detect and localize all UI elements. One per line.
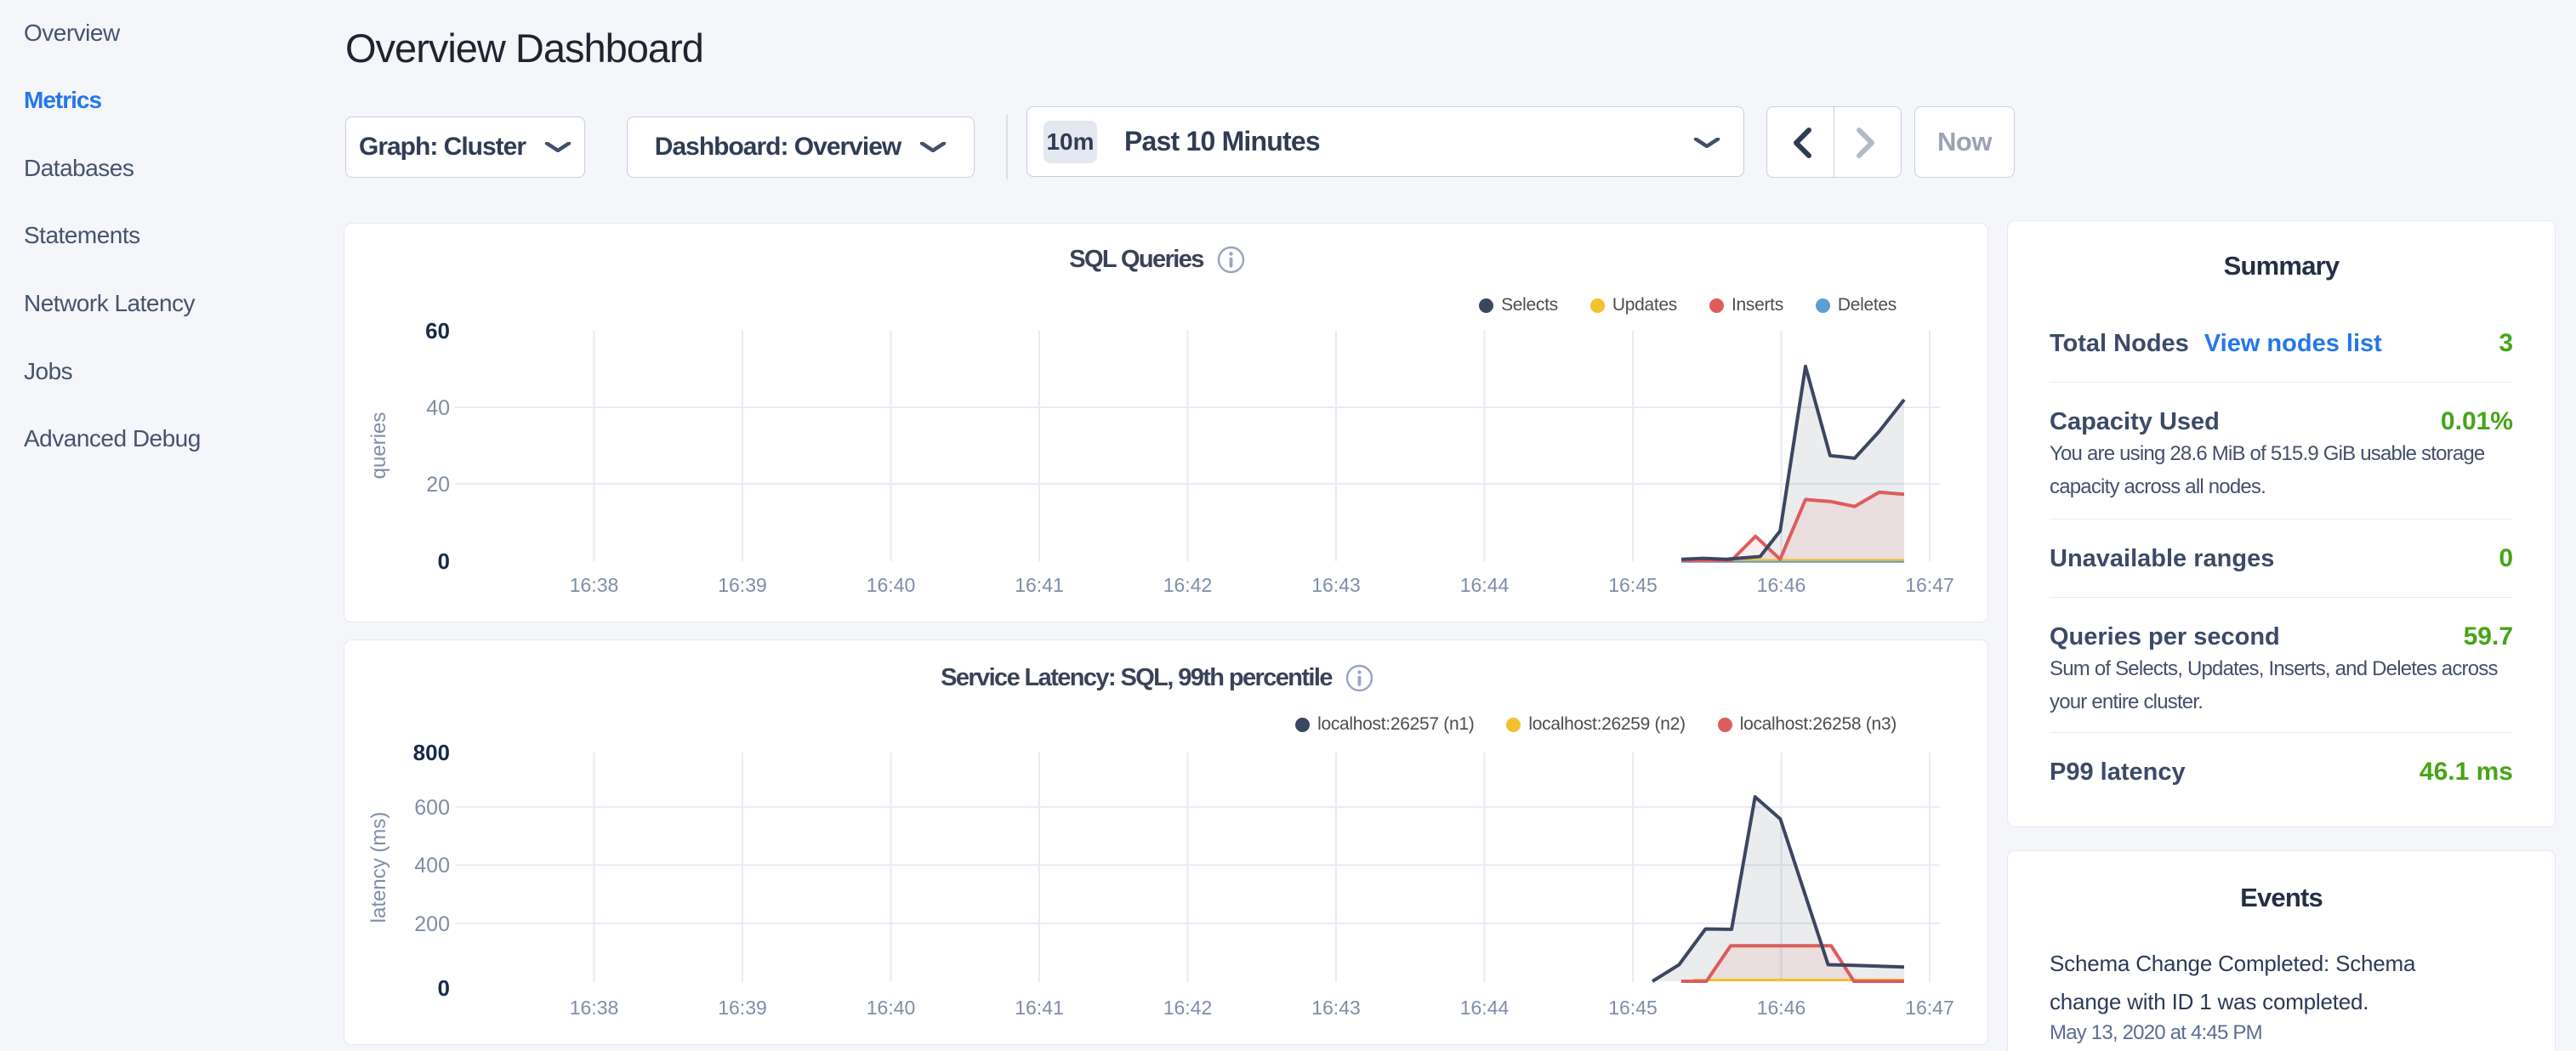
svg-text:16:39: 16:39 <box>718 997 767 1019</box>
svg-text:queries: queries <box>367 412 390 480</box>
svg-text:0: 0 <box>438 975 450 1001</box>
svg-text:16:42: 16:42 <box>1163 574 1213 596</box>
svg-text:16:41: 16:41 <box>1015 574 1064 596</box>
svg-text:16:40: 16:40 <box>867 997 916 1019</box>
svg-text:800: 800 <box>413 740 450 765</box>
svg-text:16:47: 16:47 <box>1905 574 1954 596</box>
svg-text:16:47: 16:47 <box>1905 997 1954 1019</box>
svg-text:16:43: 16:43 <box>1311 997 1361 1019</box>
svg-text:16:38: 16:38 <box>570 997 619 1019</box>
svg-text:16:42: 16:42 <box>1163 997 1213 1019</box>
svg-text:16:41: 16:41 <box>1015 997 1064 1019</box>
svg-text:16:46: 16:46 <box>1757 574 1806 596</box>
svg-text:600: 600 <box>414 796 450 820</box>
svg-text:16:39: 16:39 <box>718 574 767 596</box>
svg-text:400: 400 <box>414 854 450 878</box>
svg-text:0: 0 <box>438 548 450 574</box>
svg-text:latency (ms): latency (ms) <box>367 812 390 923</box>
svg-text:16:45: 16:45 <box>1608 997 1658 1019</box>
svg-text:16:45: 16:45 <box>1608 574 1658 596</box>
svg-text:16:44: 16:44 <box>1460 574 1510 596</box>
svg-text:16:40: 16:40 <box>867 574 916 596</box>
svg-text:40: 40 <box>426 396 450 420</box>
svg-text:60: 60 <box>425 318 450 344</box>
svg-text:16:46: 16:46 <box>1757 997 1806 1019</box>
svg-text:16:44: 16:44 <box>1460 997 1510 1019</box>
svg-text:20: 20 <box>426 473 450 497</box>
svg-text:16:43: 16:43 <box>1311 574 1361 596</box>
svg-text:16:38: 16:38 <box>570 574 619 596</box>
svg-text:200: 200 <box>414 912 450 936</box>
